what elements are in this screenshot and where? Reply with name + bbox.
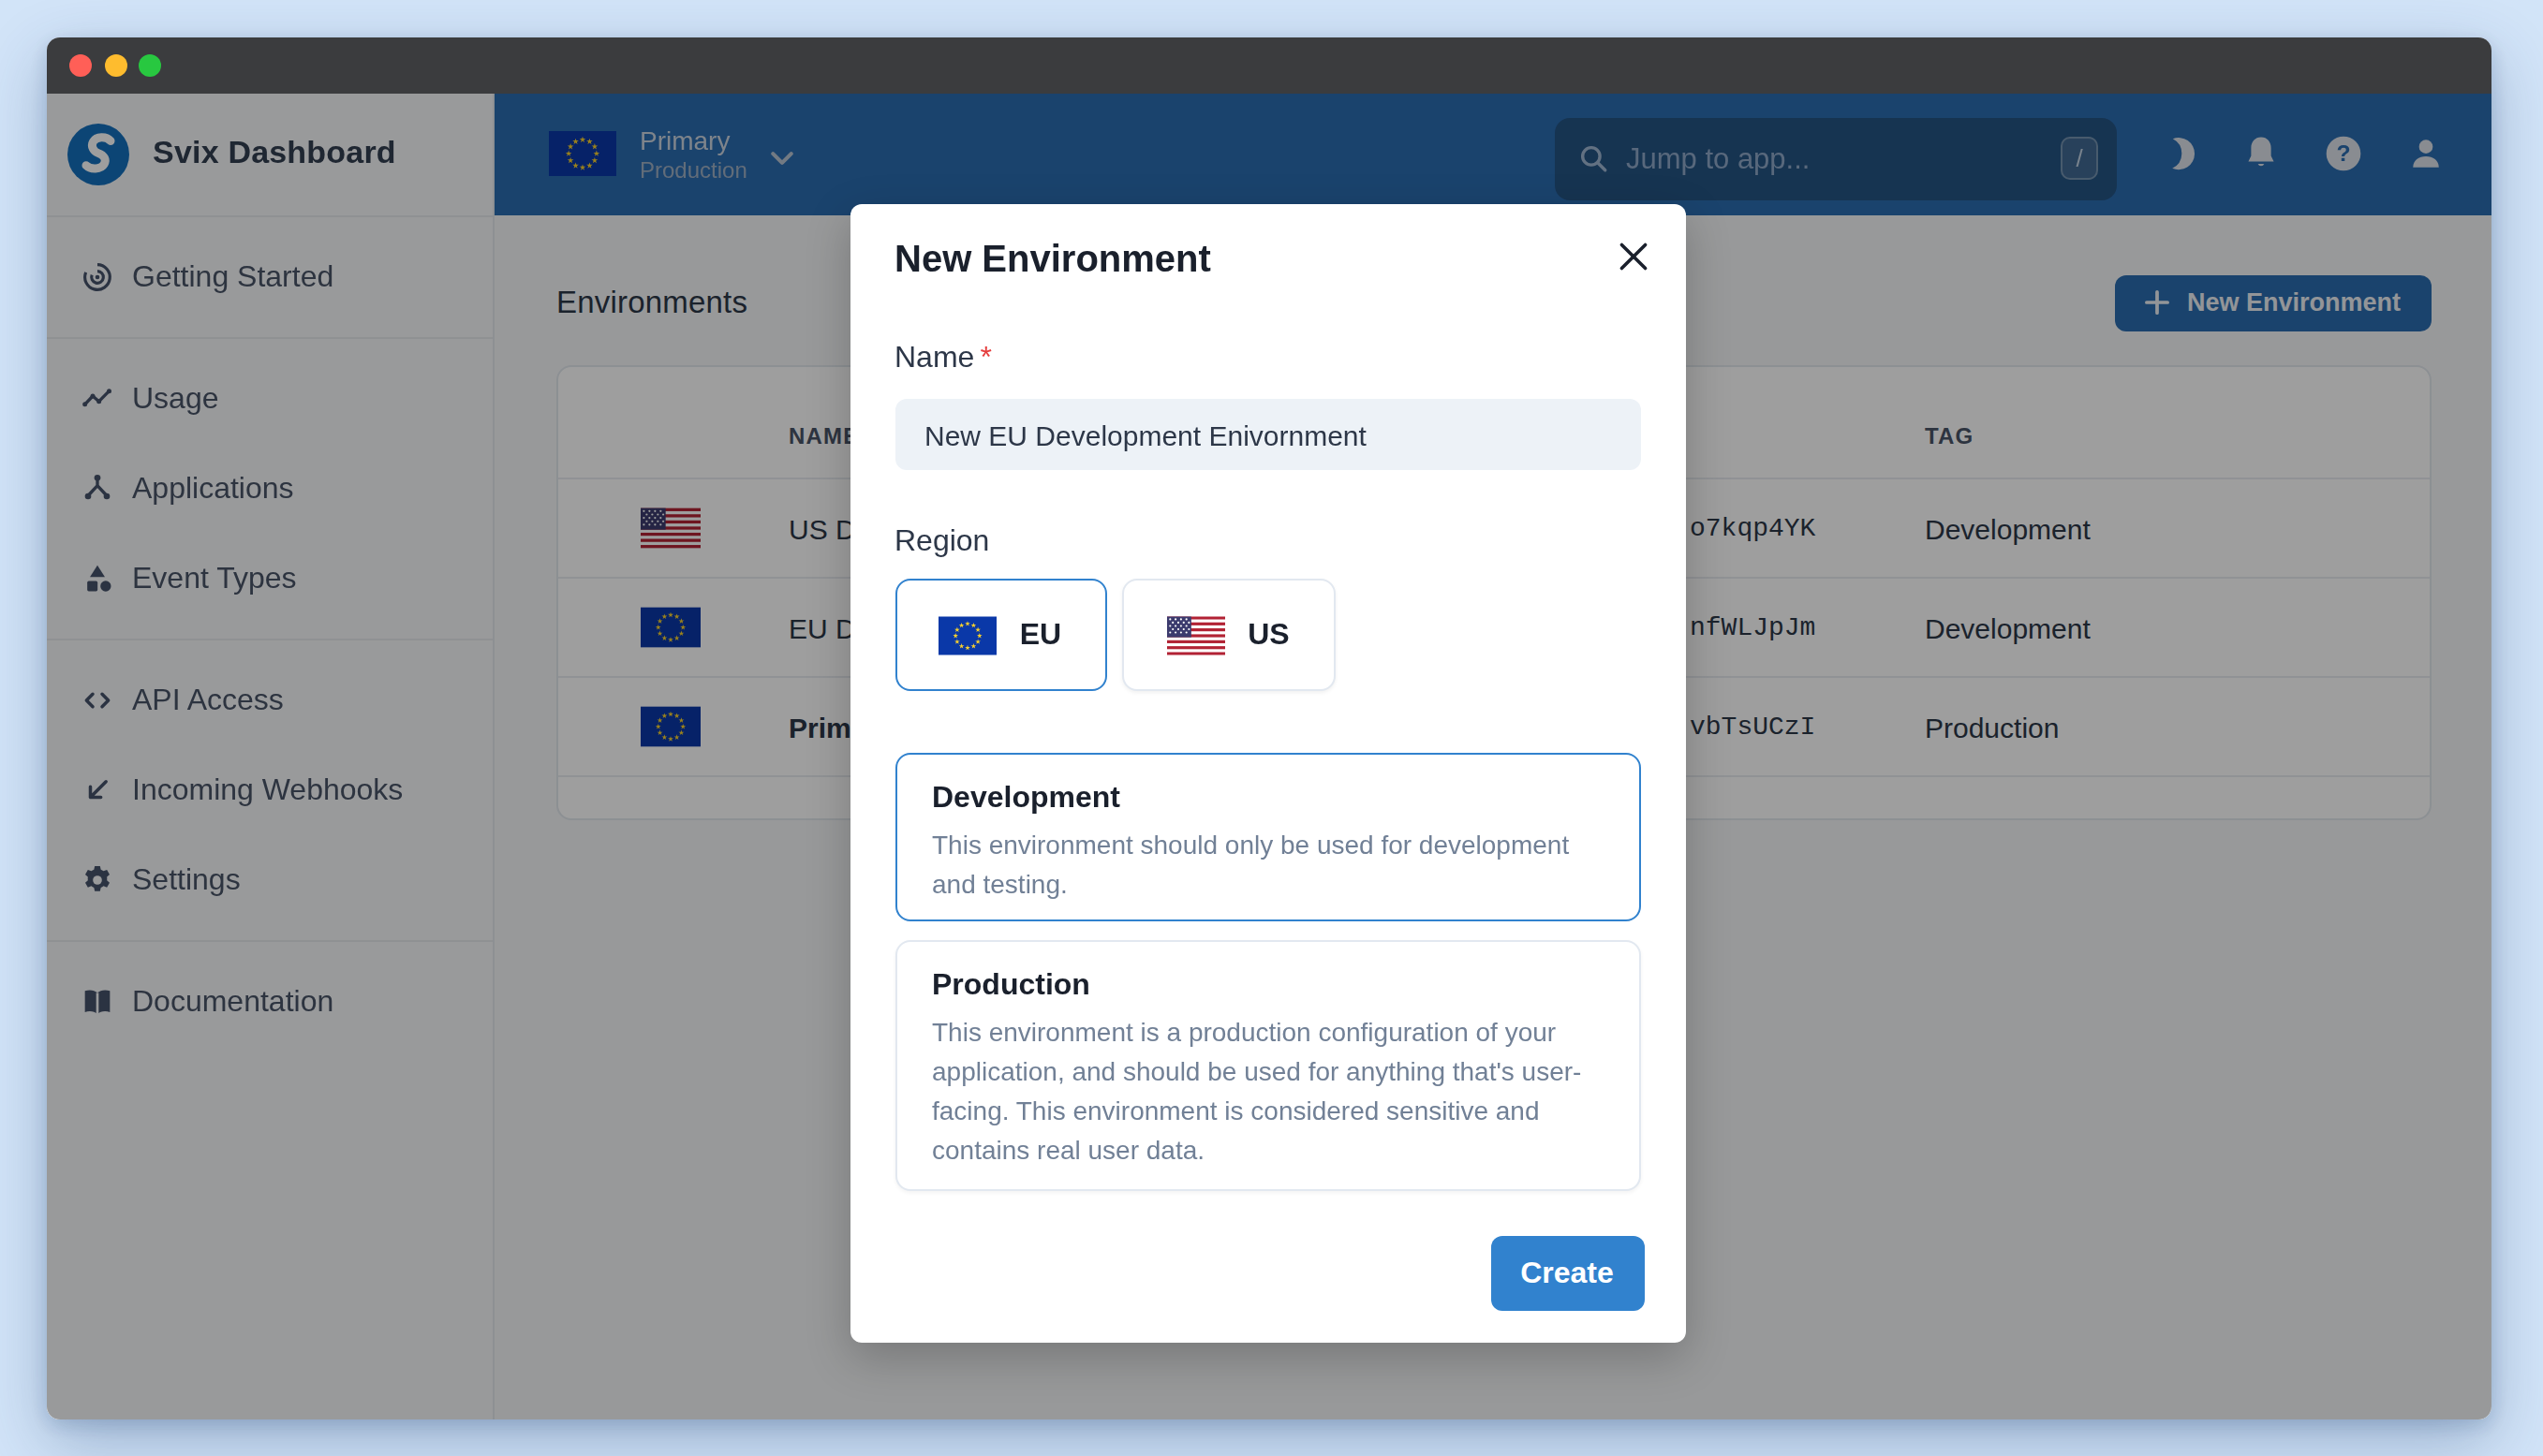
close-window-button[interactable] — [69, 54, 92, 77]
name-input[interactable] — [894, 399, 1641, 470]
traffic-lights — [69, 54, 161, 77]
create-button[interactable]: Create — [1490, 1236, 1644, 1311]
name-field-label: Name* — [894, 335, 1641, 380]
region-field-label: Region — [894, 519, 1641, 564]
region-option-label: EU — [1020, 618, 1061, 652]
environment-type-title: Production — [932, 963, 1604, 1007]
new-environment-modal: New Environment Name* Region EU — [850, 204, 1686, 1343]
region-option-us[interactable]: US — [1121, 579, 1336, 691]
environment-type-production[interactable]: Production This environment is a product… — [894, 940, 1641, 1190]
region-option-label: US — [1248, 618, 1289, 652]
us-flag-icon — [1167, 615, 1225, 654]
eu-flag-icon — [939, 615, 998, 654]
window-content: Svix Dashboard Getting Started — [46, 93, 2491, 1419]
environment-type-description: This environment should only be used for… — [932, 826, 1604, 904]
environment-type-description: This environment is a production configu… — [932, 1013, 1604, 1170]
zoom-window-button[interactable] — [139, 54, 161, 77]
environment-type-development[interactable]: Development This environment should only… — [894, 753, 1641, 921]
close-icon — [1619, 242, 1649, 272]
app-window: Svix Dashboard Getting Started — [46, 37, 2491, 1419]
titlebar — [46, 37, 2491, 93]
minimize-window-button[interactable] — [104, 54, 126, 77]
environment-type-title: Development — [932, 775, 1604, 820]
region-option-eu[interactable]: EU — [894, 579, 1106, 691]
modal-title: New Environment — [894, 236, 1641, 283]
required-marker: * — [980, 341, 991, 373]
page: Svix Dashboard Getting Started — [0, 0, 2543, 1456]
modal-close-button[interactable] — [1605, 228, 1662, 285]
